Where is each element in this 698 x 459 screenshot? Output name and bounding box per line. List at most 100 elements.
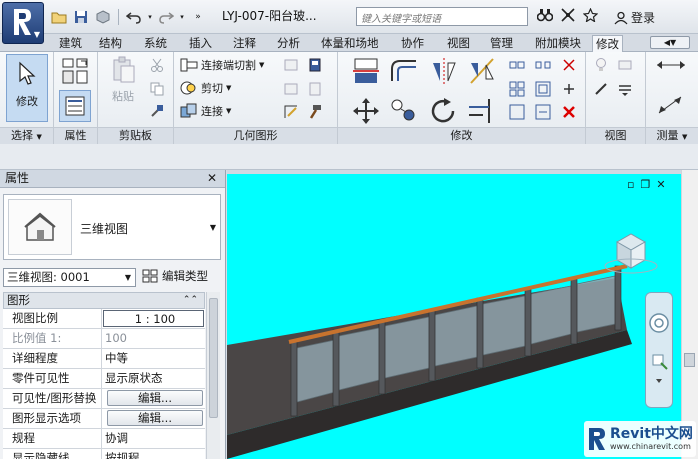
detail-level-value[interactable]: 中等 <box>102 349 205 368</box>
railing-model <box>227 233 658 459</box>
rotate-icon[interactable] <box>428 96 460 126</box>
linework-icon[interactable] <box>616 80 634 98</box>
split-element-icon[interactable] <box>508 56 526 74</box>
measure-along-icon[interactable] <box>654 92 688 118</box>
edit-type-button[interactable]: 编辑类型 <box>142 268 208 284</box>
scissors-icon[interactable] <box>148 56 166 74</box>
cut-button[interactable]: 剪切 ▼ <box>180 80 231 96</box>
property-name: 规程 <box>3 429 102 448</box>
split-gap-icon[interactable] <box>534 56 552 74</box>
tab-systems[interactable]: 系统 <box>141 35 170 52</box>
sync-icon[interactable] <box>94 8 112 26</box>
favorites-star-icon[interactable] <box>582 7 599 25</box>
tab-annotate[interactable]: 注释 <box>230 35 259 52</box>
more-icon[interactable]: » <box>189 8 207 26</box>
quick-access-toolbar: ▾ ▾ » <box>50 6 207 28</box>
array-icon[interactable] <box>508 80 526 98</box>
join-button[interactable]: 连接 ▼ <box>180 103 231 119</box>
move-icon[interactable] <box>350 96 382 126</box>
chevron-down-icon[interactable]: ▾ <box>147 8 153 26</box>
scale-icon[interactable] <box>534 80 552 98</box>
demolish-hammer-icon[interactable] <box>306 103 324 121</box>
remove-paint-icon[interactable] <box>306 80 324 98</box>
copy-icon[interactable] <box>148 80 166 98</box>
edit-profile-icon[interactable] <box>282 103 300 121</box>
chevron-down-icon: ▼ <box>36 133 42 141</box>
property-row: 显示隐藏线 按规程 <box>3 449 205 459</box>
offset-icon[interactable] <box>388 56 420 86</box>
close-icon[interactable]: ✕ <box>207 170 217 187</box>
tab-analyze[interactable]: 分析 <box>274 35 303 52</box>
open-icon[interactable] <box>50 8 68 26</box>
scrollbar-thumb[interactable] <box>209 298 218 418</box>
communication-icon[interactable] <box>561 8 575 25</box>
chevron-down-icon[interactable]: ▾ <box>179 8 185 26</box>
mirror-axis-icon[interactable] <box>428 56 460 86</box>
extend-icon[interactable] <box>534 103 552 121</box>
tab-massing-site[interactable]: 体量和场地 <box>318 35 382 52</box>
unpin-icon[interactable] <box>560 56 578 74</box>
tab-insert[interactable]: 插入 <box>186 35 215 52</box>
wall-join-icon[interactable] <box>282 80 300 98</box>
split-face-icon[interactable] <box>282 56 300 74</box>
tab-architecture[interactable]: 建筑 <box>56 35 85 52</box>
instance-filter-select[interactable]: 三维视图: 0001 ▼ <box>3 268 136 287</box>
view-scale-input[interactable]: 1 : 100 <box>103 310 204 327</box>
paint-icon[interactable] <box>306 56 324 74</box>
mirror-draw-axis-icon[interactable] <box>466 56 498 86</box>
cut-geometry-icon <box>180 81 196 95</box>
binoculars-icon[interactable] <box>536 8 554 25</box>
edit-type-icon <box>142 269 158 283</box>
panel-modify: 修改 <box>338 52 586 144</box>
application-menu-button[interactable]: ▼ <box>2 2 44 44</box>
redo-icon[interactable] <box>157 8 175 26</box>
properties-scrollbar[interactable] <box>206 292 220 459</box>
search-input[interactable]: 键入关键字或短语 <box>356 7 528 26</box>
parts-visibility-value[interactable]: 显示原状态 <box>102 369 205 388</box>
hidden-lines-value[interactable]: 按规程 <box>102 449 205 459</box>
tab-collaborate[interactable]: 协作 <box>398 35 427 52</box>
panel-clipboard-label: 剪贴板 <box>98 127 173 144</box>
measure-label: 测量 <box>656 129 679 142</box>
select-label: 选择 <box>11 129 34 142</box>
tab-modify[interactable]: 修改 <box>592 35 623 52</box>
cut-join-button[interactable]: 连接端切割 ▼ <box>180 57 264 73</box>
type-properties-icon[interactable] <box>60 56 90 86</box>
tab-manage[interactable]: 管理 <box>487 35 516 52</box>
match-properties-icon[interactable] <box>148 102 166 120</box>
collapse-icon: ⌃⌃ <box>182 295 198 305</box>
tab-view[interactable]: 视图 <box>444 35 473 52</box>
3d-viewport[interactable]: ▫ ❐ ✕ Revit中文网 www.chinarevit.com <box>227 170 698 459</box>
measure-distance-icon[interactable] <box>654 56 688 74</box>
chevron-down-icon: ▼ <box>259 61 265 69</box>
modify-button[interactable]: 修改 <box>6 54 48 122</box>
delete-icon[interactable] <box>560 103 578 121</box>
copy-element-icon[interactable] <box>388 96 420 126</box>
save-icon[interactable] <box>72 8 90 26</box>
trim-extend-icon[interactable] <box>466 96 498 126</box>
type-selector[interactable]: 三维视图 ▼ <box>3 194 221 260</box>
ribbon-options-button[interactable]: ◀▼ <box>650 36 690 49</box>
steering-wheel-icon[interactable] <box>649 313 669 333</box>
viewport-scrollbar[interactable] <box>681 170 698 459</box>
pin-icon[interactable] <box>560 80 578 98</box>
properties-palette-icon[interactable] <box>59 90 91 122</box>
hide-element-icon[interactable] <box>616 56 634 74</box>
lightbulb-icon[interactable] <box>592 56 610 74</box>
panel-measure-label[interactable]: 测量 ▼ <box>646 127 698 144</box>
align-icon[interactable] <box>350 56 382 86</box>
tab-addins[interactable]: 附加模块 <box>532 35 584 52</box>
discipline-value[interactable]: 协调 <box>102 429 205 448</box>
vg-overrides-edit-button[interactable]: 编辑... <box>107 390 203 406</box>
trim-icon[interactable] <box>508 103 526 121</box>
scrollbar-thumb[interactable] <box>684 353 695 367</box>
undo-icon[interactable] <box>125 8 143 26</box>
tab-structure[interactable]: 结构 <box>96 35 125 52</box>
graphic-display-edit-button[interactable]: 编辑... <box>107 410 203 426</box>
chevron-down-icon: ◀▼ <box>663 38 677 47</box>
panel-select-label[interactable]: 选择 ▼ <box>0 127 53 144</box>
override-graphics-icon[interactable] <box>592 80 610 98</box>
paste-button[interactable]: 粘贴 <box>106 56 140 112</box>
login-button[interactable]: 登录 <box>614 9 655 26</box>
group-header-graphics[interactable]: 图形 ⌃⌃ <box>3 292 205 309</box>
